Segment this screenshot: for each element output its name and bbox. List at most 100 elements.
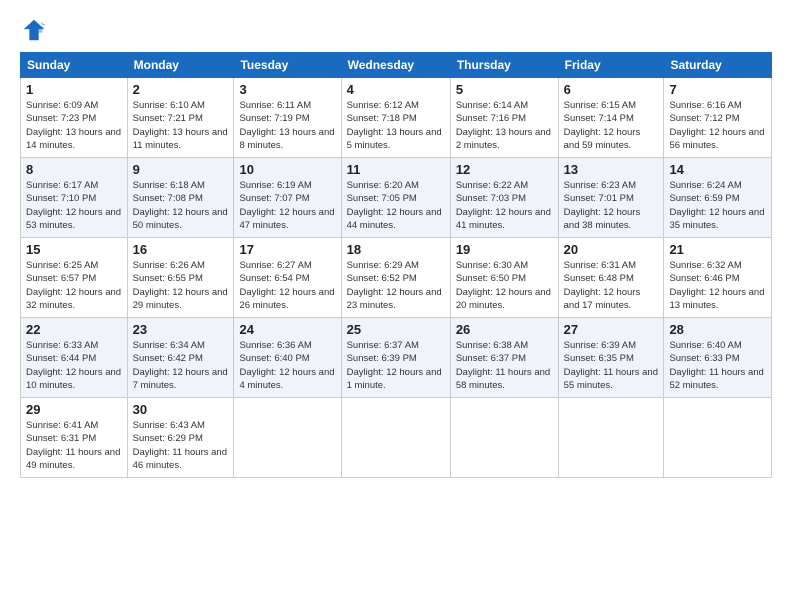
- day-info: Sunrise: 6:14 AM Sunset: 7:16 PM Dayligh…: [456, 99, 553, 152]
- day-number: 18: [347, 242, 445, 257]
- calendar-header-row: Sunday Monday Tuesday Wednesday Thursday…: [21, 53, 772, 78]
- day-number: 24: [239, 322, 335, 337]
- col-thursday: Thursday: [450, 53, 558, 78]
- logo-icon: [20, 16, 48, 44]
- table-row: 8 Sunrise: 6:17 AM Sunset: 7:10 PM Dayli…: [21, 158, 128, 238]
- day-number: 4: [347, 82, 445, 97]
- day-info: Sunrise: 6:18 AM Sunset: 7:08 PM Dayligh…: [133, 179, 229, 232]
- day-number: 26: [456, 322, 553, 337]
- day-number: 10: [239, 162, 335, 177]
- page: Sunday Monday Tuesday Wednesday Thursday…: [0, 0, 792, 612]
- day-info: Sunrise: 6:43 AM Sunset: 6:29 PM Dayligh…: [133, 419, 229, 472]
- day-info: Sunrise: 6:15 AM Sunset: 7:14 PM Dayligh…: [564, 99, 659, 152]
- calendar-table: Sunday Monday Tuesday Wednesday Thursday…: [20, 52, 772, 478]
- col-monday: Monday: [127, 53, 234, 78]
- day-info: Sunrise: 6:31 AM Sunset: 6:48 PM Dayligh…: [564, 259, 659, 312]
- table-row: 11 Sunrise: 6:20 AM Sunset: 7:05 PM Dayl…: [341, 158, 450, 238]
- table-row: 23 Sunrise: 6:34 AM Sunset: 6:42 PM Dayl…: [127, 318, 234, 398]
- day-info: Sunrise: 6:33 AM Sunset: 6:44 PM Dayligh…: [26, 339, 122, 392]
- col-tuesday: Tuesday: [234, 53, 341, 78]
- day-number: 22: [26, 322, 122, 337]
- day-number: 9: [133, 162, 229, 177]
- day-number: 15: [26, 242, 122, 257]
- table-row: 7 Sunrise: 6:16 AM Sunset: 7:12 PM Dayli…: [664, 78, 772, 158]
- day-number: 21: [669, 242, 766, 257]
- table-row: 24 Sunrise: 6:36 AM Sunset: 6:40 PM Dayl…: [234, 318, 341, 398]
- empty-cell: [558, 398, 664, 478]
- table-row: 2 Sunrise: 6:10 AM Sunset: 7:21 PM Dayli…: [127, 78, 234, 158]
- day-number: 8: [26, 162, 122, 177]
- empty-cell: [234, 398, 341, 478]
- day-info: Sunrise: 6:22 AM Sunset: 7:03 PM Dayligh…: [456, 179, 553, 232]
- day-info: Sunrise: 6:12 AM Sunset: 7:18 PM Dayligh…: [347, 99, 445, 152]
- calendar-row: 15 Sunrise: 6:25 AM Sunset: 6:57 PM Dayl…: [21, 238, 772, 318]
- table-row: 16 Sunrise: 6:26 AM Sunset: 6:55 PM Dayl…: [127, 238, 234, 318]
- day-number: 13: [564, 162, 659, 177]
- table-row: 21 Sunrise: 6:32 AM Sunset: 6:46 PM Dayl…: [664, 238, 772, 318]
- day-info: Sunrise: 6:25 AM Sunset: 6:57 PM Dayligh…: [26, 259, 122, 312]
- col-sunday: Sunday: [21, 53, 128, 78]
- empty-cell: [450, 398, 558, 478]
- day-info: Sunrise: 6:09 AM Sunset: 7:23 PM Dayligh…: [26, 99, 122, 152]
- table-row: 22 Sunrise: 6:33 AM Sunset: 6:44 PM Dayl…: [21, 318, 128, 398]
- day-info: Sunrise: 6:40 AM Sunset: 6:33 PM Dayligh…: [669, 339, 766, 392]
- day-info: Sunrise: 6:27 AM Sunset: 6:54 PM Dayligh…: [239, 259, 335, 312]
- table-row: 28 Sunrise: 6:40 AM Sunset: 6:33 PM Dayl…: [664, 318, 772, 398]
- day-number: 14: [669, 162, 766, 177]
- table-row: 26 Sunrise: 6:38 AM Sunset: 6:37 PM Dayl…: [450, 318, 558, 398]
- day-number: 20: [564, 242, 659, 257]
- day-info: Sunrise: 6:29 AM Sunset: 6:52 PM Dayligh…: [347, 259, 445, 312]
- table-row: 10 Sunrise: 6:19 AM Sunset: 7:07 PM Dayl…: [234, 158, 341, 238]
- col-wednesday: Wednesday: [341, 53, 450, 78]
- empty-cell: [341, 398, 450, 478]
- table-row: 25 Sunrise: 6:37 AM Sunset: 6:39 PM Dayl…: [341, 318, 450, 398]
- table-row: 1 Sunrise: 6:09 AM Sunset: 7:23 PM Dayli…: [21, 78, 128, 158]
- day-info: Sunrise: 6:16 AM Sunset: 7:12 PM Dayligh…: [669, 99, 766, 152]
- day-number: 17: [239, 242, 335, 257]
- day-number: 23: [133, 322, 229, 337]
- day-info: Sunrise: 6:36 AM Sunset: 6:40 PM Dayligh…: [239, 339, 335, 392]
- calendar-row: 29 Sunrise: 6:41 AM Sunset: 6:31 PM Dayl…: [21, 398, 772, 478]
- day-info: Sunrise: 6:17 AM Sunset: 7:10 PM Dayligh…: [26, 179, 122, 232]
- day-number: 1: [26, 82, 122, 97]
- col-friday: Friday: [558, 53, 664, 78]
- table-row: 27 Sunrise: 6:39 AM Sunset: 6:35 PM Dayl…: [558, 318, 664, 398]
- day-number: 7: [669, 82, 766, 97]
- day-info: Sunrise: 6:32 AM Sunset: 6:46 PM Dayligh…: [669, 259, 766, 312]
- calendar-row: 22 Sunrise: 6:33 AM Sunset: 6:44 PM Dayl…: [21, 318, 772, 398]
- day-info: Sunrise: 6:23 AM Sunset: 7:01 PM Dayligh…: [564, 179, 659, 232]
- day-number: 19: [456, 242, 553, 257]
- day-number: 11: [347, 162, 445, 177]
- day-info: Sunrise: 6:19 AM Sunset: 7:07 PM Dayligh…: [239, 179, 335, 232]
- header: [20, 16, 772, 44]
- calendar-row: 1 Sunrise: 6:09 AM Sunset: 7:23 PM Dayli…: [21, 78, 772, 158]
- day-info: Sunrise: 6:34 AM Sunset: 6:42 PM Dayligh…: [133, 339, 229, 392]
- day-number: 12: [456, 162, 553, 177]
- day-number: 25: [347, 322, 445, 337]
- day-number: 27: [564, 322, 659, 337]
- table-row: 4 Sunrise: 6:12 AM Sunset: 7:18 PM Dayli…: [341, 78, 450, 158]
- day-info: Sunrise: 6:11 AM Sunset: 7:19 PM Dayligh…: [239, 99, 335, 152]
- logo: [20, 16, 52, 44]
- table-row: 18 Sunrise: 6:29 AM Sunset: 6:52 PM Dayl…: [341, 238, 450, 318]
- table-row: 30 Sunrise: 6:43 AM Sunset: 6:29 PM Dayl…: [127, 398, 234, 478]
- table-row: 12 Sunrise: 6:22 AM Sunset: 7:03 PM Dayl…: [450, 158, 558, 238]
- col-saturday: Saturday: [664, 53, 772, 78]
- table-row: 29 Sunrise: 6:41 AM Sunset: 6:31 PM Dayl…: [21, 398, 128, 478]
- table-row: 13 Sunrise: 6:23 AM Sunset: 7:01 PM Dayl…: [558, 158, 664, 238]
- day-info: Sunrise: 6:26 AM Sunset: 6:55 PM Dayligh…: [133, 259, 229, 312]
- calendar-row: 8 Sunrise: 6:17 AM Sunset: 7:10 PM Dayli…: [21, 158, 772, 238]
- day-info: Sunrise: 6:37 AM Sunset: 6:39 PM Dayligh…: [347, 339, 445, 392]
- table-row: 17 Sunrise: 6:27 AM Sunset: 6:54 PM Dayl…: [234, 238, 341, 318]
- empty-cell: [664, 398, 772, 478]
- day-info: Sunrise: 6:20 AM Sunset: 7:05 PM Dayligh…: [347, 179, 445, 232]
- day-info: Sunrise: 6:39 AM Sunset: 6:35 PM Dayligh…: [564, 339, 659, 392]
- day-info: Sunrise: 6:24 AM Sunset: 6:59 PM Dayligh…: [669, 179, 766, 232]
- table-row: 19 Sunrise: 6:30 AM Sunset: 6:50 PM Dayl…: [450, 238, 558, 318]
- day-info: Sunrise: 6:38 AM Sunset: 6:37 PM Dayligh…: [456, 339, 553, 392]
- day-number: 5: [456, 82, 553, 97]
- table-row: 9 Sunrise: 6:18 AM Sunset: 7:08 PM Dayli…: [127, 158, 234, 238]
- day-number: 16: [133, 242, 229, 257]
- day-info: Sunrise: 6:10 AM Sunset: 7:21 PM Dayligh…: [133, 99, 229, 152]
- day-number: 28: [669, 322, 766, 337]
